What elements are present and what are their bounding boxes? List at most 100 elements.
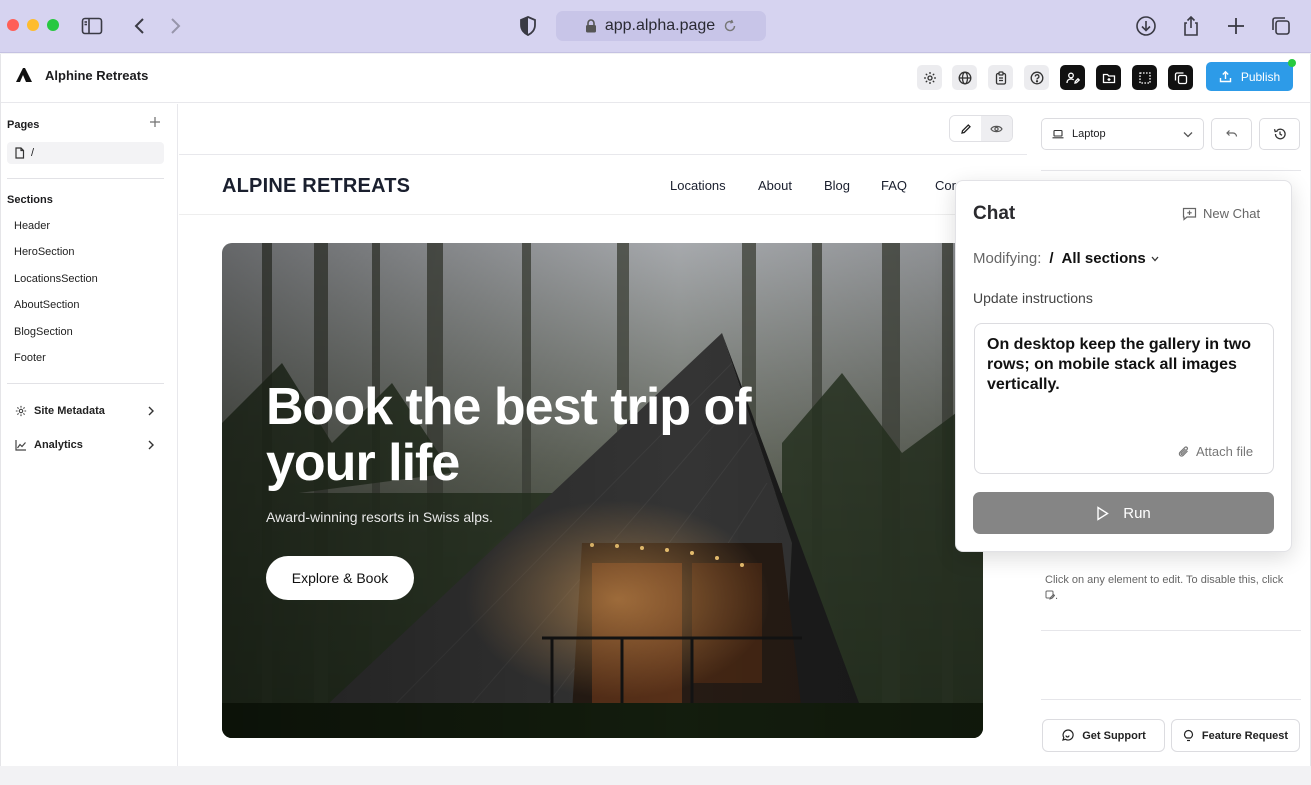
play-icon: [1097, 505, 1110, 521]
new-chat-label: New Chat: [1203, 206, 1261, 221]
divider: [1041, 630, 1301, 631]
address-bar[interactable]: app.alpha.page: [556, 11, 766, 41]
support-chat-icon: [1062, 729, 1074, 741]
divider: [7, 178, 164, 179]
add-page-icon[interactable]: [149, 116, 161, 128]
page-item-label: /: [31, 147, 35, 159]
hero-subtitle[interactable]: Award-winning resorts in Swiss alps.: [266, 509, 493, 525]
site-preview: ALPINE RETREATS Locations About Blog FAQ…: [179, 154, 1027, 766]
new-chat-button[interactable]: New Chat: [1182, 206, 1260, 221]
hero-section[interactable]: Book the best trip of your life Award-wi…: [222, 243, 983, 738]
device-label: Laptop: [1072, 128, 1106, 140]
edit-mode-button[interactable]: [950, 116, 981, 141]
clipboard-icon: [995, 70, 1006, 85]
undo-button[interactable]: [1211, 118, 1252, 150]
device-select[interactable]: Laptop: [1041, 118, 1204, 150]
privacy-shield-icon[interactable]: [516, 14, 540, 38]
get-support-button[interactable]: Get Support: [1042, 719, 1165, 752]
share-icon[interactable]: [1179, 14, 1203, 38]
clipboard-button[interactable]: [988, 65, 1013, 90]
attach-file-label: Attach file: [1196, 444, 1254, 459]
inline-toggle-icon[interactable]: [1045, 590, 1056, 600]
explore-book-button[interactable]: Explore & Book: [266, 556, 414, 600]
section-item-about[interactable]: AboutSection: [14, 299, 79, 311]
preview-mode-button[interactable]: [981, 116, 1012, 141]
lightbulb-icon: [1183, 729, 1193, 742]
site-metadata-item[interactable]: Site Metadata: [15, 405, 155, 417]
site-logo[interactable]: ALPINE RETREATS: [222, 175, 410, 198]
divider: [1041, 170, 1301, 171]
sections-dropdown[interactable]: All sections: [1062, 250, 1159, 267]
alpha-logo-icon: [16, 68, 32, 82]
new-tab-icon[interactable]: [1224, 14, 1248, 38]
left-sidebar: Pages / Sections Header HeroSection Loca…: [1, 104, 178, 766]
reload-icon[interactable]: [723, 19, 737, 33]
chevron-down-icon: [1151, 256, 1159, 261]
globe-button[interactable]: [952, 65, 977, 90]
section-item-blog[interactable]: BlogSection: [14, 326, 73, 338]
section-item-footer[interactable]: Footer: [14, 352, 46, 364]
browser-toolbar: app.alpha.page: [0, 0, 1311, 53]
downloads-icon[interactable]: [1134, 14, 1158, 38]
pages-heading: Pages: [7, 119, 40, 131]
status-dot: [1288, 59, 1296, 67]
analytics-label: Analytics: [34, 439, 83, 451]
nav-link-locations[interactable]: Locations: [670, 178, 726, 193]
crop-button[interactable]: [1132, 65, 1157, 90]
help-button[interactable]: [1024, 65, 1049, 90]
nav-link-about[interactable]: About: [758, 178, 792, 193]
analytics-item[interactable]: Analytics: [15, 439, 155, 451]
publish-button[interactable]: Publish: [1206, 62, 1293, 91]
pencil-icon: [960, 123, 971, 134]
nav-link-blog[interactable]: Blog: [824, 178, 850, 193]
hero-title[interactable]: Book the best trip of your life: [266, 379, 826, 491]
modifying-row: Modifying: / All sections: [973, 250, 1159, 267]
editor-canvas: ALPINE RETREATS Locations About Blog FAQ…: [179, 104, 1027, 766]
minimize-window-button[interactable]: [27, 19, 39, 31]
attach-file-button[interactable]: Attach file: [1178, 444, 1253, 459]
brand-name: Alphine Retreats: [45, 67, 149, 83]
file-icon: [15, 147, 25, 159]
modifying-page: /: [1049, 250, 1054, 267]
hint-period: .: [1055, 590, 1059, 602]
update-instructions-label: Update instructions: [973, 290, 1093, 306]
back-icon[interactable]: [128, 14, 152, 38]
sections-heading: Sections: [7, 194, 53, 206]
user-edit-button[interactable]: [1060, 65, 1085, 90]
paperclip-icon: [1178, 445, 1188, 457]
feature-request-button[interactable]: Feature Request: [1171, 719, 1300, 752]
section-item-header[interactable]: Header: [14, 220, 50, 232]
gear-icon: [15, 405, 27, 417]
edit-hint-text: Click on any element to edit. To disable…: [1045, 574, 1284, 586]
page-item-root[interactable]: /: [7, 142, 164, 164]
tab-overview-icon[interactable]: [1269, 14, 1293, 38]
duplicate-button[interactable]: [1168, 65, 1193, 90]
section-item-locations[interactable]: LocationsSection: [14, 273, 98, 285]
crop-icon: [1138, 71, 1151, 84]
nav-link-faq[interactable]: FAQ: [881, 178, 907, 193]
globe-icon: [958, 71, 971, 84]
undo-icon: [1225, 130, 1237, 137]
view-mode-toggle: [949, 115, 1013, 142]
settings-button[interactable]: [917, 65, 942, 90]
chevron-down-icon: [1183, 131, 1193, 137]
divider: [1041, 699, 1301, 700]
copy-icon: [1174, 71, 1187, 84]
close-window-button[interactable]: [7, 19, 19, 31]
section-item-hero[interactable]: HeroSection: [14, 246, 75, 258]
folder-button[interactable]: [1096, 65, 1121, 90]
zoom-window-button[interactable]: [47, 19, 59, 31]
edit-hint: Click on any element to edit. To disable…: [1045, 572, 1295, 604]
brand[interactable]: Alphine Retreats: [15, 67, 148, 83]
forward-icon[interactable]: [163, 14, 187, 38]
run-button[interactable]: Run: [973, 492, 1274, 534]
nav-link-contact[interactable]: Cor: [935, 178, 956, 193]
laptop-icon: [1052, 129, 1064, 139]
publish-label: Publish: [1240, 69, 1281, 84]
history-icon: [1273, 128, 1286, 140]
settings-icon: [923, 71, 936, 84]
site-header-divider: [179, 214, 1027, 215]
sidebar-toggle-icon[interactable]: [80, 14, 104, 38]
history-button[interactable]: [1259, 118, 1300, 150]
window-bottom-edge: [0, 766, 1311, 785]
